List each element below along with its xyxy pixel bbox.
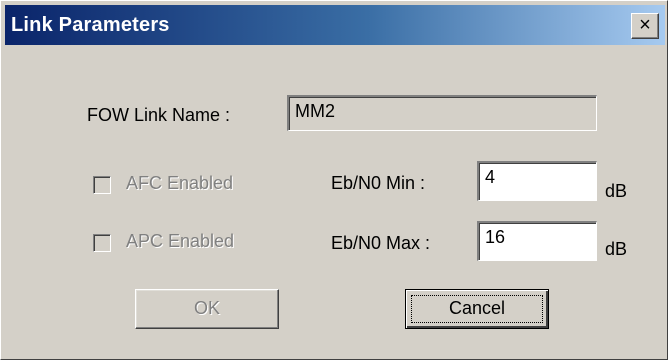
- link-parameters-dialog: Link Parameters × FOW Link Name : MM2 AF…: [0, 0, 668, 360]
- ebn0-min-unit: dB: [605, 181, 628, 201]
- ebn0-max-input[interactable]: 16: [477, 221, 597, 261]
- afc-enabled-label: AFC Enabled: [126, 173, 234, 193]
- afc-enabled-checkbox: [93, 176, 111, 194]
- ebn0-max-unit: dB: [605, 239, 628, 259]
- close-button[interactable]: ×: [631, 13, 659, 39]
- cancel-button[interactable]: Cancel: [405, 289, 549, 329]
- ebn0-max-label: Eb/N0 Max :: [331, 233, 431, 253]
- apc-enabled-label: APC Enabled: [126, 231, 235, 251]
- ebn0-min-input[interactable]: 4: [477, 161, 597, 201]
- ok-button-label: OK: [193, 298, 220, 318]
- focus-rectangle: [411, 295, 543, 323]
- title-bar[interactable]: Link Parameters ×: [5, 5, 665, 45]
- apc-enabled-checkbox: [93, 234, 111, 252]
- link-name-field: MM2: [287, 95, 597, 131]
- ok-button: OK: [135, 289, 279, 329]
- dialog-title: Link Parameters: [11, 14, 170, 36]
- close-icon: ×: [639, 14, 651, 36]
- link-name-label: FOW Link Name :: [87, 105, 231, 125]
- ebn0-min-label: Eb/N0 Min :: [331, 173, 426, 193]
